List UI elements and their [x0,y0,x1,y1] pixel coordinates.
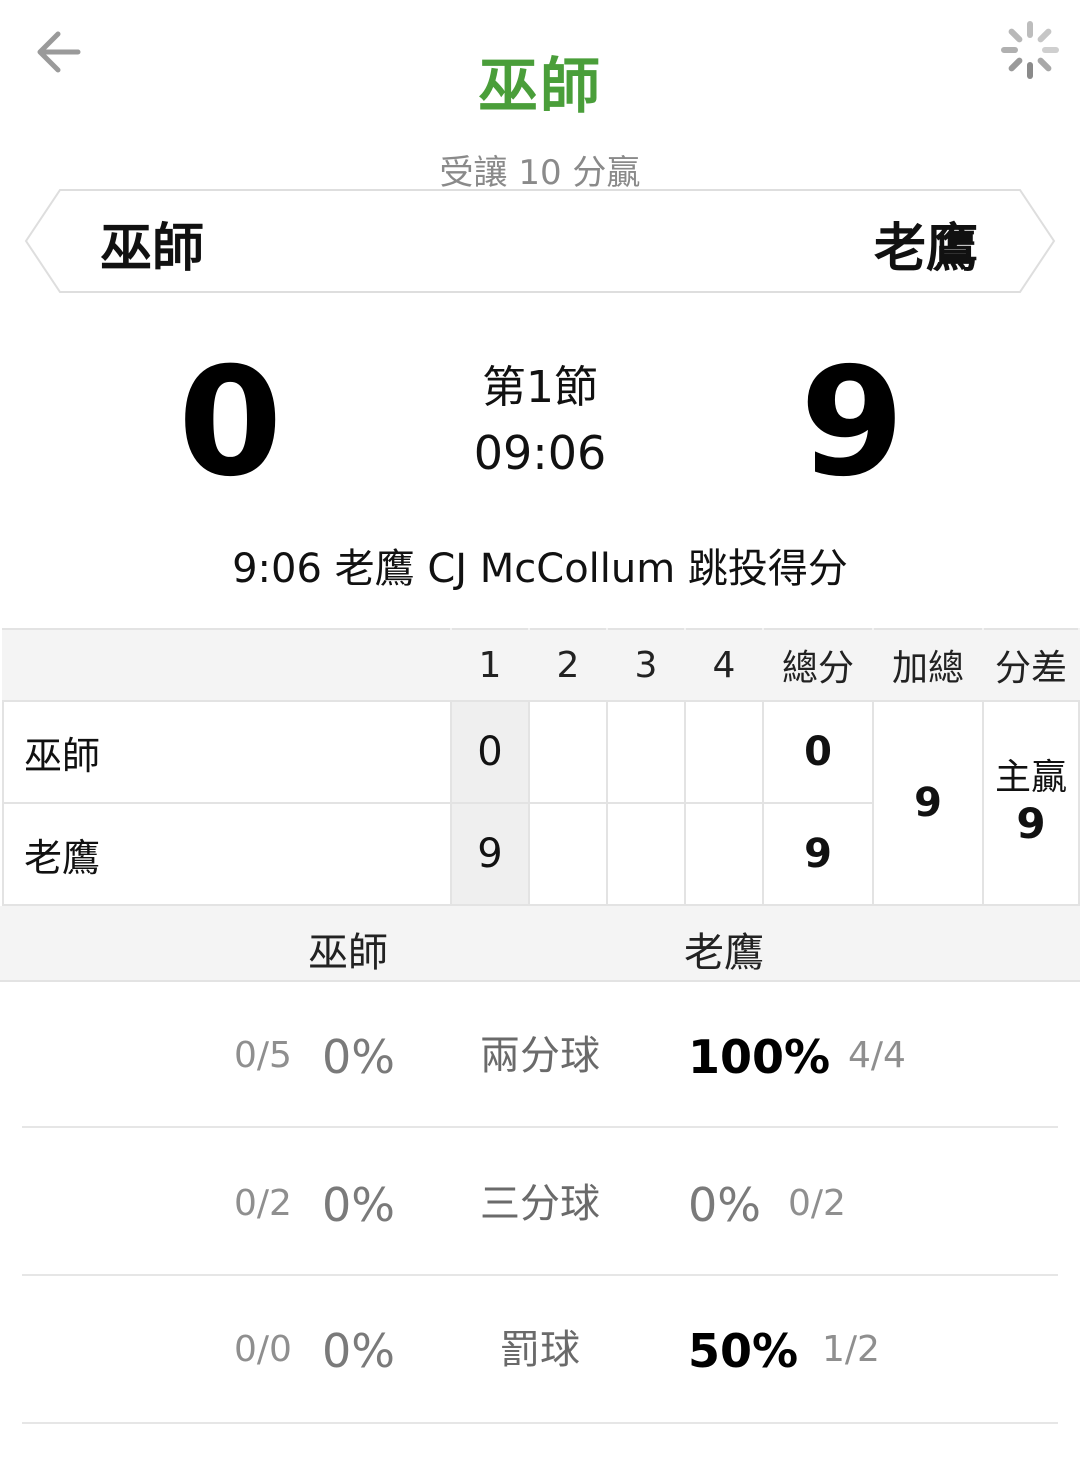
home-frac: 1/2 [822,1329,880,1370]
header-combined: 加總 [872,628,984,702]
header-team [2,628,452,702]
row-total: 9 [762,802,874,906]
away-frac: 0/5 [234,1035,292,1076]
home-pct: 100% [688,1030,831,1084]
stat-label: 罰球 [500,1327,580,1373]
home-score: 9 [800,336,905,510]
table-row: 巫師 0 0 9 主贏 9 [2,700,1080,906]
away-pct: 0% [322,1030,395,1084]
header-q3: 3 [606,628,686,702]
row-q1: 0 [450,700,530,804]
away-score: 0 [178,336,283,510]
game-clock: 09:06 [473,426,607,480]
stat-label: 三分球 [480,1181,600,1227]
header-q4: 4 [684,628,764,702]
home-team-name[interactable]: 老鷹 [874,206,978,281]
diff-cell: 主贏 9 [982,700,1080,906]
combined-total: 9 [872,700,984,906]
stat-row-two-pointers: 0/5 0% 兩分球 100% 4/4 [22,980,1058,1128]
row-team: 老鷹 [2,802,452,906]
row-team: 巫師 [2,700,452,804]
diff-value: 9 [1016,799,1046,849]
last-play: 9:06 老鷹 CJ McCollum 跳投得分 [232,546,848,592]
stat-row-three-pointers: 0/2 0% 三分球 0% 0/2 [22,1128,1058,1276]
stats-away-team: 巫師 [308,930,388,976]
header-q1: 1 [450,628,530,702]
header-q2: 2 [528,628,608,702]
row-q1: 9 [450,802,530,906]
away-team-name[interactable]: 巫師 [100,206,204,281]
box-score-header: 1 2 3 4 總分 加總 分差 [2,628,1080,702]
home-pct: 50% [688,1324,799,1378]
away-frac: 0/0 [234,1329,292,1370]
header-diff: 分差 [982,628,1080,702]
page-title: 巫師 [478,52,602,122]
loading-spinner-icon [998,18,1062,82]
period-label: 第1節 [482,362,598,413]
home-frac: 4/4 [848,1035,906,1076]
row-q3 [606,700,686,804]
home-pct: 0% [688,1178,761,1232]
row-q4 [684,802,764,906]
header-total: 總分 [762,628,874,702]
row-q3 [606,802,686,906]
stats-home-team: 老鷹 [684,930,764,976]
stat-row-free-throws: 0/0 0% 罰球 50% 1/2 [22,1276,1058,1424]
row-q2 [528,700,608,804]
away-pct: 0% [322,1324,395,1378]
stat-label: 兩分球 [480,1033,600,1079]
row-total: 0 [762,700,874,804]
diff-label: 主贏 [994,757,1067,799]
stats-header: 巫師 老鷹 [0,906,1080,982]
box-score-table: 1 2 3 4 總分 加總 分差 巫師 0 0 9 主贏 9 老鷹 9 9 [2,628,1080,906]
row-q4 [684,700,764,804]
home-frac: 0/2 [788,1183,846,1224]
away-frac: 0/2 [234,1183,292,1224]
away-pct: 0% [322,1178,395,1232]
row-q2 [528,802,608,906]
